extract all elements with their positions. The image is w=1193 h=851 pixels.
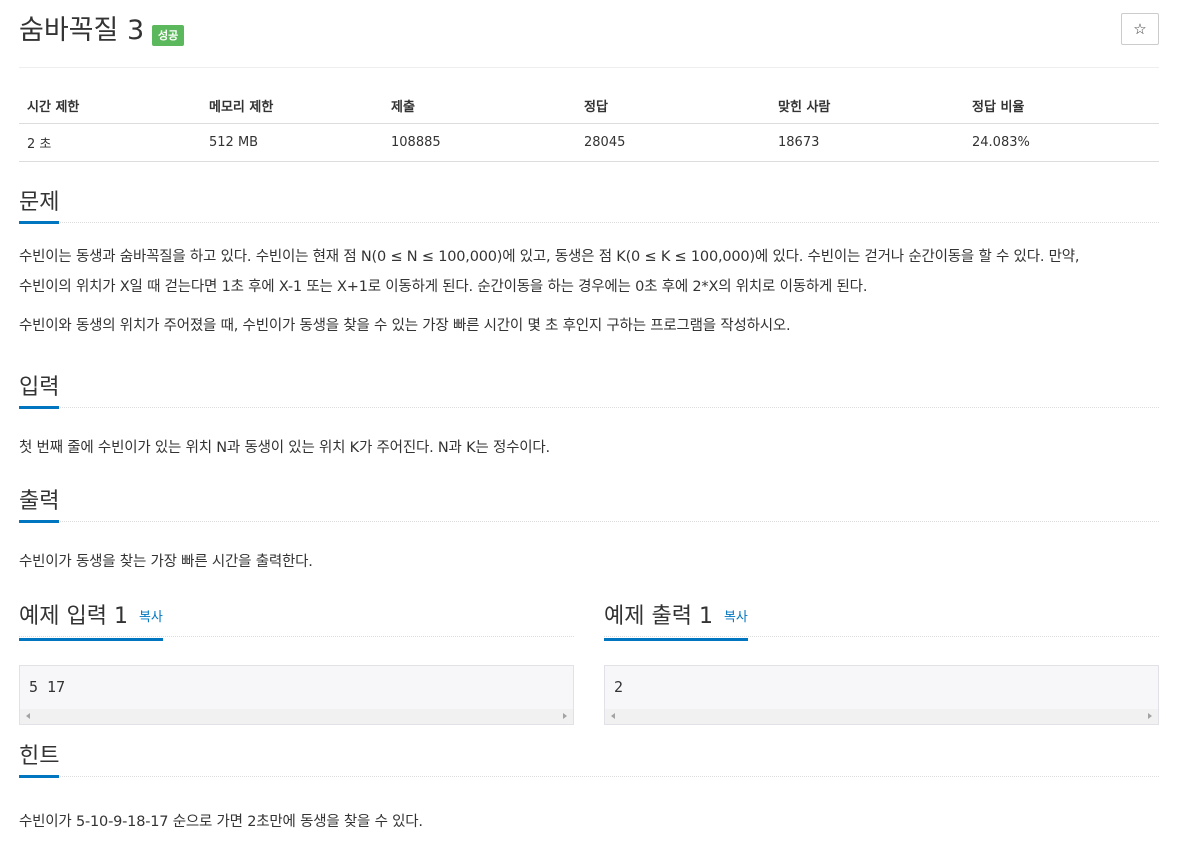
copy-sample-input-link[interactable]: 복사 [139, 610, 163, 625]
col-submissions: 제출 [383, 88, 576, 124]
table-row: 2 초 512 MB 108885 28045 18673 24.083% [19, 123, 1159, 162]
problem-page: 숨바꼭질 3 성공 ☆ 시간 제한 메모리 제한 제출 정답 맞힌 사람 정답 … [19, 0, 1159, 830]
sample-output-content: 2 [614, 678, 624, 696]
sample-output-head: 예제 출력 1 복사 [604, 603, 1159, 641]
sample-output-box: 2 [604, 665, 1159, 725]
scroll-right-arrow-icon[interactable] [1148, 713, 1152, 719]
output-section-title: 출력 [19, 488, 60, 523]
problem-info-table: 시간 제한 메모리 제한 제출 정답 맞힌 사람 정답 비율 2 초 512 M… [19, 88, 1159, 162]
accept-ratio-value: 24.083% [964, 123, 1159, 162]
table-header-row: 시간 제한 메모리 제한 제출 정답 맞힌 사람 정답 비율 [19, 88, 1159, 124]
scroll-left-arrow-icon[interactable] [611, 713, 615, 719]
problem-description-line-2: 수빈이의 위치가 X일 때 걷는다면 1초 후에 X-1 또는 X+1로 이동하… [19, 279, 868, 295]
time-limit-value: 2 초 [19, 123, 201, 162]
col-accept-ratio: 정답 비율 [964, 88, 1159, 124]
problem-description-paragraph-2: 수빈이와 동생의 위치가 주어졌을 때, 수빈이가 동생을 찾을 수 있는 가장… [19, 318, 791, 334]
problem-section-head: 문제 [19, 189, 1159, 224]
sample-input-head: 예제 입력 1 복사 [19, 603, 574, 641]
col-solved-users: 맞힌 사람 [770, 88, 964, 124]
star-button[interactable]: ☆ [1121, 13, 1159, 45]
page-title: 숨바꼭질 3 [19, 15, 145, 46]
sample-output-section: 예제 출력 1 복사 2 [604, 603, 1159, 725]
input-section-head: 입력 [19, 374, 1159, 409]
col-memory-limit: 메모리 제한 [201, 88, 383, 124]
sample-input-content: 5 17 [29, 678, 66, 696]
star-icon: ☆ [1133, 20, 1147, 38]
sample-output-title-text: 예제 출력 1 [604, 604, 713, 629]
sample-output-title: 예제 출력 1 복사 [604, 603, 748, 641]
output-section: 출력 수빈이가 동생을 찾는 가장 빠른 시간을 출력한다. [19, 488, 1159, 577]
submissions-value: 108885 [383, 123, 576, 162]
output-section-head: 출력 [19, 488, 1159, 523]
input-section-title: 입력 [19, 374, 60, 409]
sample-output-scrollbar[interactable] [605, 709, 1158, 724]
scroll-left-arrow-icon[interactable] [26, 713, 30, 719]
hint-section-head: 힌트 [19, 743, 1159, 778]
problem-section: 문제 수빈이는 동생과 숨바꼭질을 하고 있다. 수빈이는 현재 점 N(0 ≤… [19, 189, 1159, 341]
col-accepted: 정답 [576, 88, 770, 124]
sample-input-title-text: 예제 입력 1 [19, 604, 128, 629]
input-description: 첫 번째 줄에 수빈이가 있는 위치 N과 동생이 있는 위치 K가 주어진다.… [19, 440, 550, 456]
col-time-limit: 시간 제한 [19, 88, 201, 124]
problem-section-title: 문제 [19, 189, 60, 224]
status-badge: 성공 [152, 25, 185, 46]
problem-description-line-1: 수빈이는 동생과 숨바꼭질을 하고 있다. 수빈이는 현재 점 N(0 ≤ N … [19, 249, 1080, 265]
copy-sample-output-link[interactable]: 복사 [724, 610, 748, 625]
hint-section-title: 힌트 [19, 743, 60, 778]
memory-limit-value: 512 MB [201, 123, 383, 162]
sample-input-title: 예제 입력 1 복사 [19, 603, 163, 641]
title-row: 숨바꼭질 3 성공 ☆ [19, 0, 1159, 68]
scroll-right-arrow-icon[interactable] [563, 713, 567, 719]
hint-section: 힌트 수빈이가 5-10-9-18-17 순으로 가면 2초만에 동생을 찾을 … [19, 743, 1159, 837]
input-section: 입력 첫 번째 줄에 수빈이가 있는 위치 N과 동생이 있는 위치 K가 주어… [19, 374, 1159, 463]
solved-users-value: 18673 [770, 123, 964, 162]
accepted-value: 28045 [576, 123, 770, 162]
sample-input-box: 5 17 [19, 665, 574, 725]
sample-input-section: 예제 입력 1 복사 5 17 [19, 603, 574, 725]
output-description: 수빈이가 동생을 찾는 가장 빠른 시간을 출력한다. [19, 554, 313, 570]
sample-input-scrollbar[interactable] [20, 709, 573, 724]
hint-description: 수빈이가 5-10-9-18-17 순으로 가면 2초만에 동생을 찾을 수 있… [19, 814, 423, 830]
